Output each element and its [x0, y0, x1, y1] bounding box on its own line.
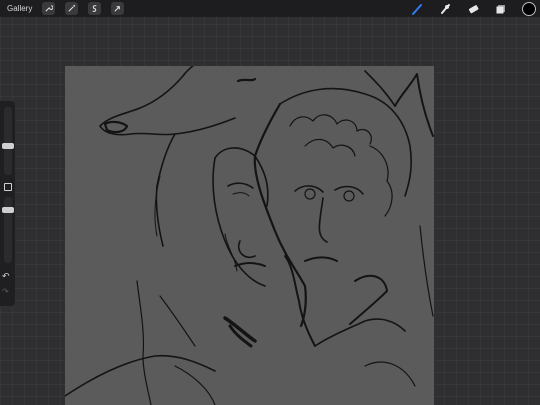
eraser-icon[interactable] — [466, 3, 479, 16]
opacity-slider[interactable] — [2, 197, 14, 263]
transform-arrow-icon[interactable] — [111, 2, 125, 15]
top-toolbar: Gallery — [0, 0, 540, 17]
magic-wand-icon[interactable] — [65, 2, 79, 15]
painting-tools — [410, 2, 536, 16]
modify-button[interactable] — [4, 183, 12, 191]
redo-arrow-icon[interactable]: ↷ — [2, 287, 9, 296]
selection-icon[interactable] — [88, 2, 102, 15]
gallery-button[interactable]: Gallery — [7, 4, 32, 13]
drawing-canvas[interactable] — [65, 66, 434, 405]
undo-arrow-icon[interactable]: ↶ — [2, 271, 10, 282]
wrench-icon[interactable] — [42, 2, 56, 15]
layers-icon[interactable] — [494, 3, 507, 16]
brush-size-slider[interactable] — [2, 107, 14, 175]
smudge-icon[interactable] — [438, 3, 451, 16]
opacity-handle[interactable] — [2, 207, 14, 213]
brush-size-handle[interactable] — [2, 143, 14, 149]
color-swatch[interactable] — [522, 2, 536, 16]
brush-icon[interactable] — [410, 3, 423, 16]
sidebar: ↶ ↷ — [0, 101, 15, 306]
sketch-artwork — [65, 66, 434, 405]
actions-toolbar — [42, 2, 125, 15]
